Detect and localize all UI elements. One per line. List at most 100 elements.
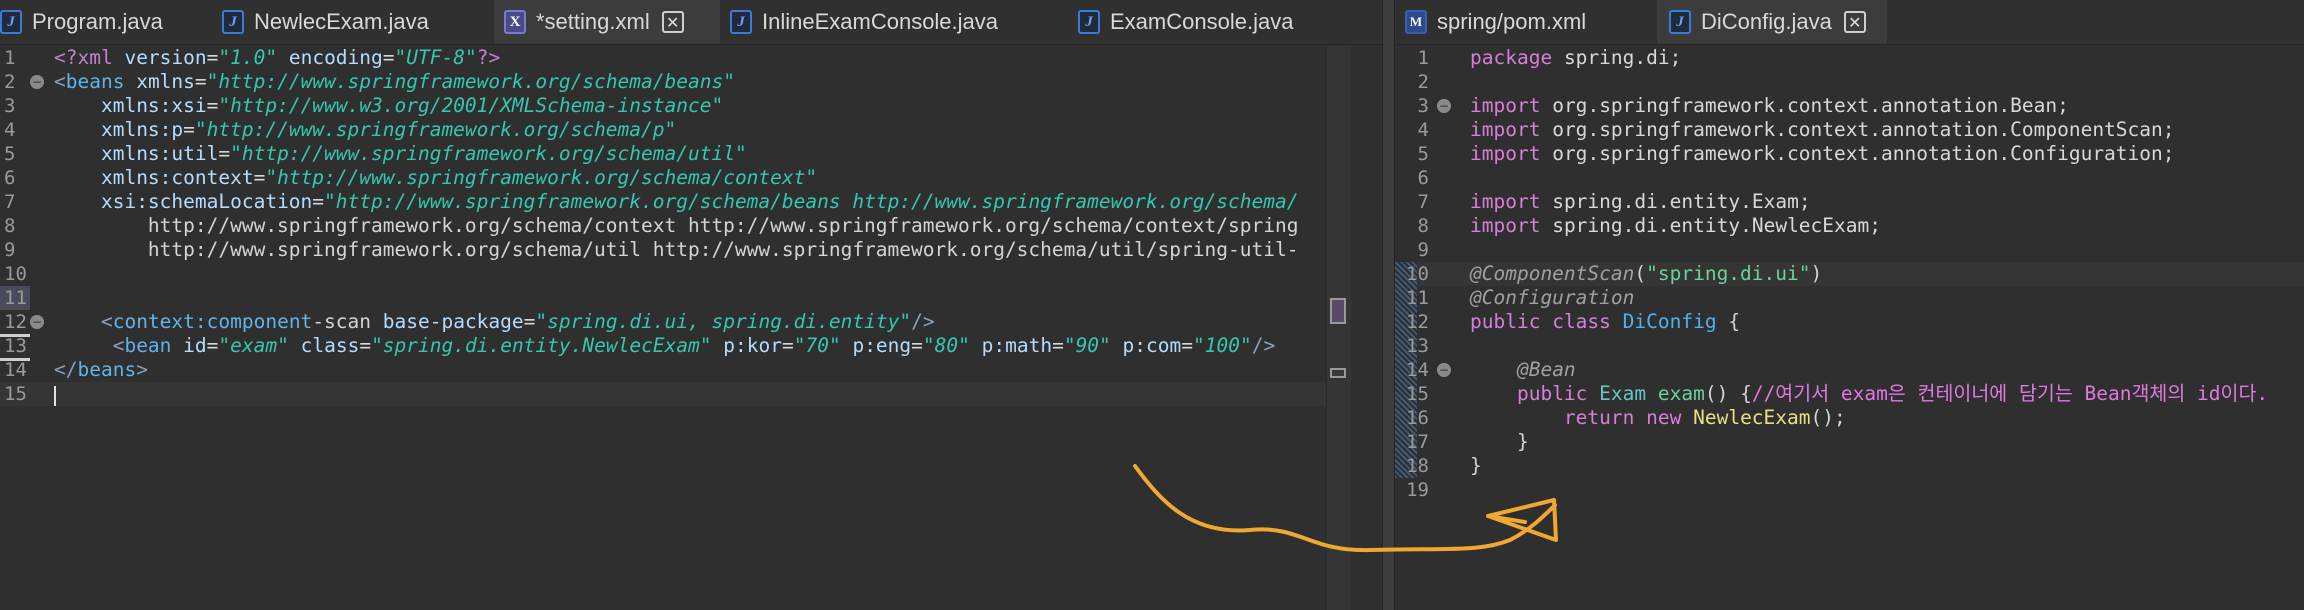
vertical-scrollbar[interactable]	[1326, 46, 1351, 610]
code-line[interactable]: 10 @ComponentScan("spring.di.ui")	[1395, 262, 2304, 286]
line-number: 14	[1406, 359, 1429, 381]
code-line[interactable]: 15 public Exam exam() {//여기서 exam은 컨테이너에…	[1395, 382, 2304, 406]
line-number: 11	[1406, 287, 1429, 309]
code-text: import org.springframework.context.annot…	[1470, 94, 2069, 117]
line-number: 5	[4, 143, 16, 165]
scrollbar-thumb[interactable]	[1330, 298, 1346, 324]
line-number: 4	[1417, 119, 1429, 141]
line-number: 10	[4, 263, 27, 285]
code-text: xmlns:xsi="http://www.w3.org/2001/XMLSch…	[100, 94, 724, 117]
maven-file-icon: M	[1405, 10, 1427, 34]
editor-splitter[interactable]	[1382, 0, 1395, 610]
code-text: public Exam exam() {//여기서 exam은 컨테이너에 담기…	[1516, 382, 2269, 405]
code-line[interactable]: 12− <context:component-scan base-package…	[0, 310, 1382, 334]
code-line[interactable]: 8 import spring.di.entity.NewlecExam;	[1395, 214, 2304, 238]
line-number: 13	[1406, 335, 1429, 357]
code-line[interactable]: 3 xmlns:xsi="http://www.w3.org/2001/XMLS…	[0, 94, 1382, 118]
tab-label: NewlecExam.java	[254, 9, 429, 34]
code-line[interactable]: 4 import org.springframework.context.anno…	[1395, 118, 2304, 142]
code-line[interactable]: 7 import spring.di.entity.Exam;	[1395, 190, 2304, 214]
code-line[interactable]: 11 @Configuration	[1395, 286, 2304, 310]
code-line[interactable]: 6	[1395, 166, 2304, 190]
line-number: 8	[1417, 215, 1429, 237]
tab-program-java[interactable]: J Program.java	[0, 0, 212, 44]
code-line[interactable]: 4 xmlns:p="http://www.springframework.or…	[0, 118, 1382, 142]
code-line[interactable]: 6 xmlns:context="http://www.springframew…	[0, 166, 1382, 190]
scrollbar-marker	[1330, 368, 1346, 378]
code-text: }	[1470, 454, 1482, 477]
code-line[interactable]: 3− import org.springframework.context.ann…	[1395, 94, 2304, 118]
code-line[interactable]: 17 }	[1395, 430, 2304, 454]
code-line[interactable]: 14 </beans>	[0, 358, 1382, 382]
code-line[interactable]: 9	[1395, 238, 2304, 262]
code-text: <?xml version="1.0" encoding="UTF-8"?>	[54, 46, 501, 69]
close-icon[interactable]: ✕	[1843, 11, 1866, 33]
fold-toggle-icon[interactable]: −	[30, 315, 44, 329]
code-text: <bean id="exam" class="spring.di.entity.…	[112, 334, 1276, 357]
code-line[interactable]: 1 package spring.di;	[1395, 46, 2304, 70]
code-text: </beans>	[54, 358, 148, 381]
code-line[interactable]: 5 xmlns:util="http://www.springframework…	[0, 142, 1382, 166]
line-number: 19	[1406, 479, 1429, 501]
line-number: 2	[4, 71, 16, 93]
tab-diconfig-java[interactable]: J DiConfig.java ✕	[1657, 0, 1887, 44]
code-line[interactable]: 12 public class DiConfig {	[1395, 310, 2304, 334]
xml-editor[interactable]: 1 <?xml version="1.0" encoding="UTF-8"?> 2…	[0, 46, 1382, 610]
line-number: 6	[4, 167, 16, 189]
left-editor-pane: J Program.java J NewlecExam.java X *sett…	[0, 0, 1382, 610]
code-line[interactable]: 2− <beans xmlns="http://www.springframewo…	[0, 70, 1382, 94]
tab-label: *setting.xml	[536, 9, 650, 34]
code-line[interactable]: 19	[1395, 478, 2304, 502]
tab-pom-xml[interactable]: M spring/pom.xml	[1405, 0, 1655, 44]
code-line[interactable]: 14− @Bean	[1395, 358, 2304, 382]
text-cursor	[54, 386, 56, 406]
code-line[interactable]: 15	[0, 382, 1382, 406]
code-text: public class DiConfig {	[1470, 310, 1741, 333]
tab-label: Program.java	[32, 9, 163, 34]
right-tab-bar: M spring/pom.xml J DiConfig.java ✕	[1395, 0, 2304, 45]
tab-inlineexamconsole-java[interactable]: J InlineExamConsole.java	[730, 0, 1060, 44]
fold-toggle-icon[interactable]: −	[1437, 363, 1451, 377]
code-line[interactable]: 10	[0, 262, 1382, 286]
line-number: 6	[1417, 167, 1429, 189]
tab-newlecexam-java[interactable]: J NewlecExam.java	[222, 0, 486, 44]
line-number: 9	[4, 239, 16, 261]
java-file-icon: J	[0, 10, 22, 34]
left-tab-bar: J Program.java J NewlecExam.java X *sett…	[0, 0, 1382, 45]
close-icon[interactable]: ✕	[661, 11, 684, 33]
java-editor[interactable]: 1 package spring.di; 2 3− import org.springf…	[1395, 46, 2304, 610]
code-text: package spring.di;	[1470, 46, 1682, 69]
code-line[interactable]: 9 http://www.springframework.org/schema/…	[0, 238, 1382, 262]
code-text: import spring.di.entity.Exam;	[1470, 190, 1811, 213]
code-line[interactable]: 13	[1395, 334, 2304, 358]
code-text: <context:component-scan base-package="sp…	[100, 310, 935, 333]
tab-examconsole-java[interactable]: J ExamConsole.java	[1078, 0, 1378, 44]
code-line[interactable]: 18}	[1395, 454, 2304, 478]
code-text: <beans xmlns="http://www.springframework…	[54, 70, 735, 93]
tab-label: DiConfig.java	[1701, 9, 1832, 34]
java-file-icon: J	[730, 10, 752, 34]
line-number: 5	[1417, 143, 1429, 165]
line-number: 2	[1417, 71, 1429, 93]
code-line[interactable]: 11	[0, 286, 1382, 310]
code-text: http://www.springframework.org/schema/ut…	[54, 238, 1299, 261]
tab-setting-xml[interactable]: X *setting.xml ✕	[494, 0, 720, 44]
tab-label: spring/pom.xml	[1437, 9, 1587, 34]
line-number: 9	[1417, 239, 1429, 261]
code-line[interactable]: 1 <?xml version="1.0" encoding="UTF-8"?>	[0, 46, 1382, 70]
code-line[interactable]: 5 import org.springframework.context.anno…	[1395, 142, 2304, 166]
code-text: xmlns:context="http://www.springframewor…	[100, 166, 818, 189]
code-text: xmlns:p="http://www.springframework.org/…	[100, 118, 677, 141]
line-number: 13	[4, 335, 27, 357]
fold-toggle-icon[interactable]: −	[30, 75, 44, 89]
code-line[interactable]: 8 http://www.springframework.org/schema/…	[0, 214, 1382, 238]
code-line[interactable]: 16 return new NewlecExam();	[1395, 406, 2304, 430]
code-line[interactable]: 2	[1395, 70, 2304, 94]
code-line[interactable]: 13 <bean id="exam" class="spring.di.enti…	[0, 334, 1382, 358]
overview-ruler	[1352, 46, 1382, 610]
code-line[interactable]: 7 xsi:schemaLocation="http://www.springf…	[0, 190, 1382, 214]
fold-toggle-icon[interactable]: −	[1437, 99, 1451, 113]
code-text: xsi:schemaLocation="http://www.springfra…	[100, 190, 1299, 213]
line-number: 12	[1406, 311, 1429, 333]
code-text: @Bean	[1516, 358, 1576, 381]
